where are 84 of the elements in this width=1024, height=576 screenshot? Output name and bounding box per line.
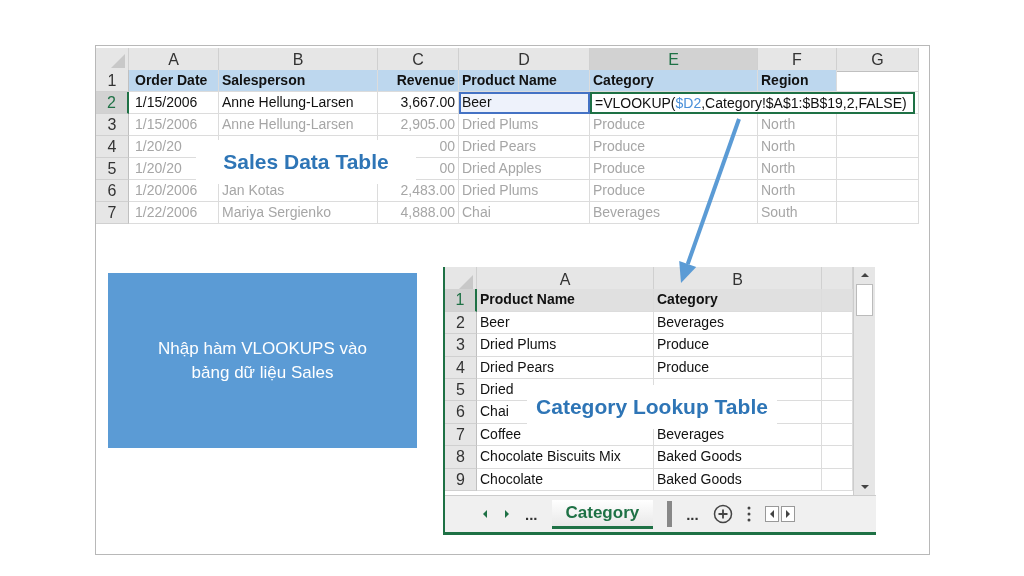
table-cell: Chai xyxy=(459,202,590,224)
row-header[interactable]: 2 xyxy=(96,92,129,114)
table-cell: Beverages xyxy=(590,202,758,224)
row-header[interactable]: 7 xyxy=(96,202,129,224)
formula-cell[interactable]: =VLOOKUP($D2,Category!$A$1:$B$19,2,FALSE) xyxy=(590,92,915,114)
table-cell: Beer xyxy=(477,311,654,335)
table-cell: Chocolate Biscuits Mix xyxy=(477,446,654,469)
table-cell: Dried Pears xyxy=(477,356,654,379)
table-cell: Category xyxy=(654,289,822,312)
table-cell: Category xyxy=(590,70,758,92)
table-cell: Produce xyxy=(654,356,822,379)
note-text: Nhập hàm VLOOKUPS vào bảng dữ liệu Sales xyxy=(157,337,368,384)
column-header[interactable]: B xyxy=(219,48,378,72)
row-header[interactable]: 8 xyxy=(445,446,477,469)
row-header[interactable]: 3 xyxy=(445,334,477,357)
table-cell xyxy=(822,289,853,312)
more-sheets-button[interactable]: ... xyxy=(525,505,538,523)
table-cell: Product Name xyxy=(477,289,654,312)
row-header[interactable]: 1 xyxy=(96,70,129,92)
table-cell: North xyxy=(758,114,837,136)
table-cell: Produce xyxy=(590,180,758,202)
tab-splitter[interactable] xyxy=(667,501,673,527)
table-cell: Salesperson xyxy=(219,70,378,92)
row-header[interactable]: 3 xyxy=(96,114,129,136)
table-label: Sales Data Table xyxy=(196,140,416,184)
scroll-down-icon[interactable] xyxy=(859,483,870,491)
column-header[interactable]: C xyxy=(378,48,459,72)
add-sheet-icon[interactable] xyxy=(712,504,733,524)
table-cell: Baked Goods xyxy=(654,446,822,469)
vertical-dots-icon[interactable] xyxy=(746,506,751,522)
table-cell: Produce xyxy=(590,114,758,136)
table-cell: North xyxy=(758,180,837,202)
table-cell: Dried Apples xyxy=(459,158,590,180)
table-cell: Product Name xyxy=(459,70,590,92)
next-sheet-icon[interactable] xyxy=(503,509,511,519)
table-cell: Beer xyxy=(459,92,590,114)
table-cell: Mariya Sergienko xyxy=(219,202,378,224)
row-header[interactable]: 9 xyxy=(445,468,477,491)
table-cell: Region xyxy=(758,70,837,92)
table-cell: Dried Plums xyxy=(477,334,654,357)
row-header[interactable]: 5 xyxy=(445,378,477,402)
scroll-up-icon[interactable] xyxy=(859,271,870,279)
sheet-tab[interactable]: Category xyxy=(551,499,654,529)
vertical-scrollbar[interactable] xyxy=(853,267,875,495)
table-cell: North xyxy=(758,158,837,180)
table-cell: 2,905.00 xyxy=(378,114,459,136)
column-header[interactable]: A xyxy=(129,48,219,72)
table-cell: Dried Plums xyxy=(459,114,590,136)
table-cell: Revenue xyxy=(378,70,459,92)
table-cell: 1/22/2006 xyxy=(129,202,219,224)
column-header[interactable]: E xyxy=(590,48,758,72)
table-cell: Produce xyxy=(654,334,822,357)
table-cell: 4,888.00 xyxy=(378,202,459,224)
column-header[interactable]: D xyxy=(459,48,590,72)
row-header[interactable]: 5 xyxy=(96,158,129,180)
table-cell: Baked Goods xyxy=(654,468,822,491)
more-sheets-button[interactable]: ... xyxy=(686,505,699,523)
row-header[interactable]: 6 xyxy=(445,401,477,424)
table-cell: Dried Pears xyxy=(459,136,590,158)
column-header[interactable]: G xyxy=(837,48,919,72)
table-cell: Produce xyxy=(590,136,758,158)
table-cell: Anne Hellung-Larsen xyxy=(219,114,378,136)
table-label: Category Lookup Table xyxy=(527,385,777,429)
row-header[interactable]: 2 xyxy=(445,311,477,335)
table-cell: Beverages xyxy=(654,311,822,335)
table-cell: Dried Plums xyxy=(459,180,590,202)
scroll-left-icon[interactable] xyxy=(764,506,779,522)
row-header[interactable]: 7 xyxy=(445,423,477,447)
table-cell: Produce xyxy=(590,158,758,180)
scroll-right-icon[interactable] xyxy=(780,506,795,522)
table-cell: Order Date xyxy=(129,70,219,92)
column-header[interactable]: F xyxy=(758,48,837,72)
table-cell: South xyxy=(758,202,837,224)
table-cell: Anne Hellung-Larsen xyxy=(219,92,378,114)
row-header[interactable]: 1 xyxy=(445,289,477,312)
row-header[interactable]: 4 xyxy=(96,136,129,158)
previous-sheet-icon[interactable] xyxy=(481,509,489,519)
row-header[interactable]: 4 xyxy=(445,356,477,379)
table-cell: 1/15/2006 xyxy=(129,114,219,136)
row-header[interactable]: 6 xyxy=(96,180,129,202)
table-cell: North xyxy=(758,136,837,158)
table-cell: 1/15/2006 xyxy=(129,92,219,114)
scroll-thumb[interactable] xyxy=(856,284,873,316)
table-cell: Chocolate xyxy=(477,468,654,491)
